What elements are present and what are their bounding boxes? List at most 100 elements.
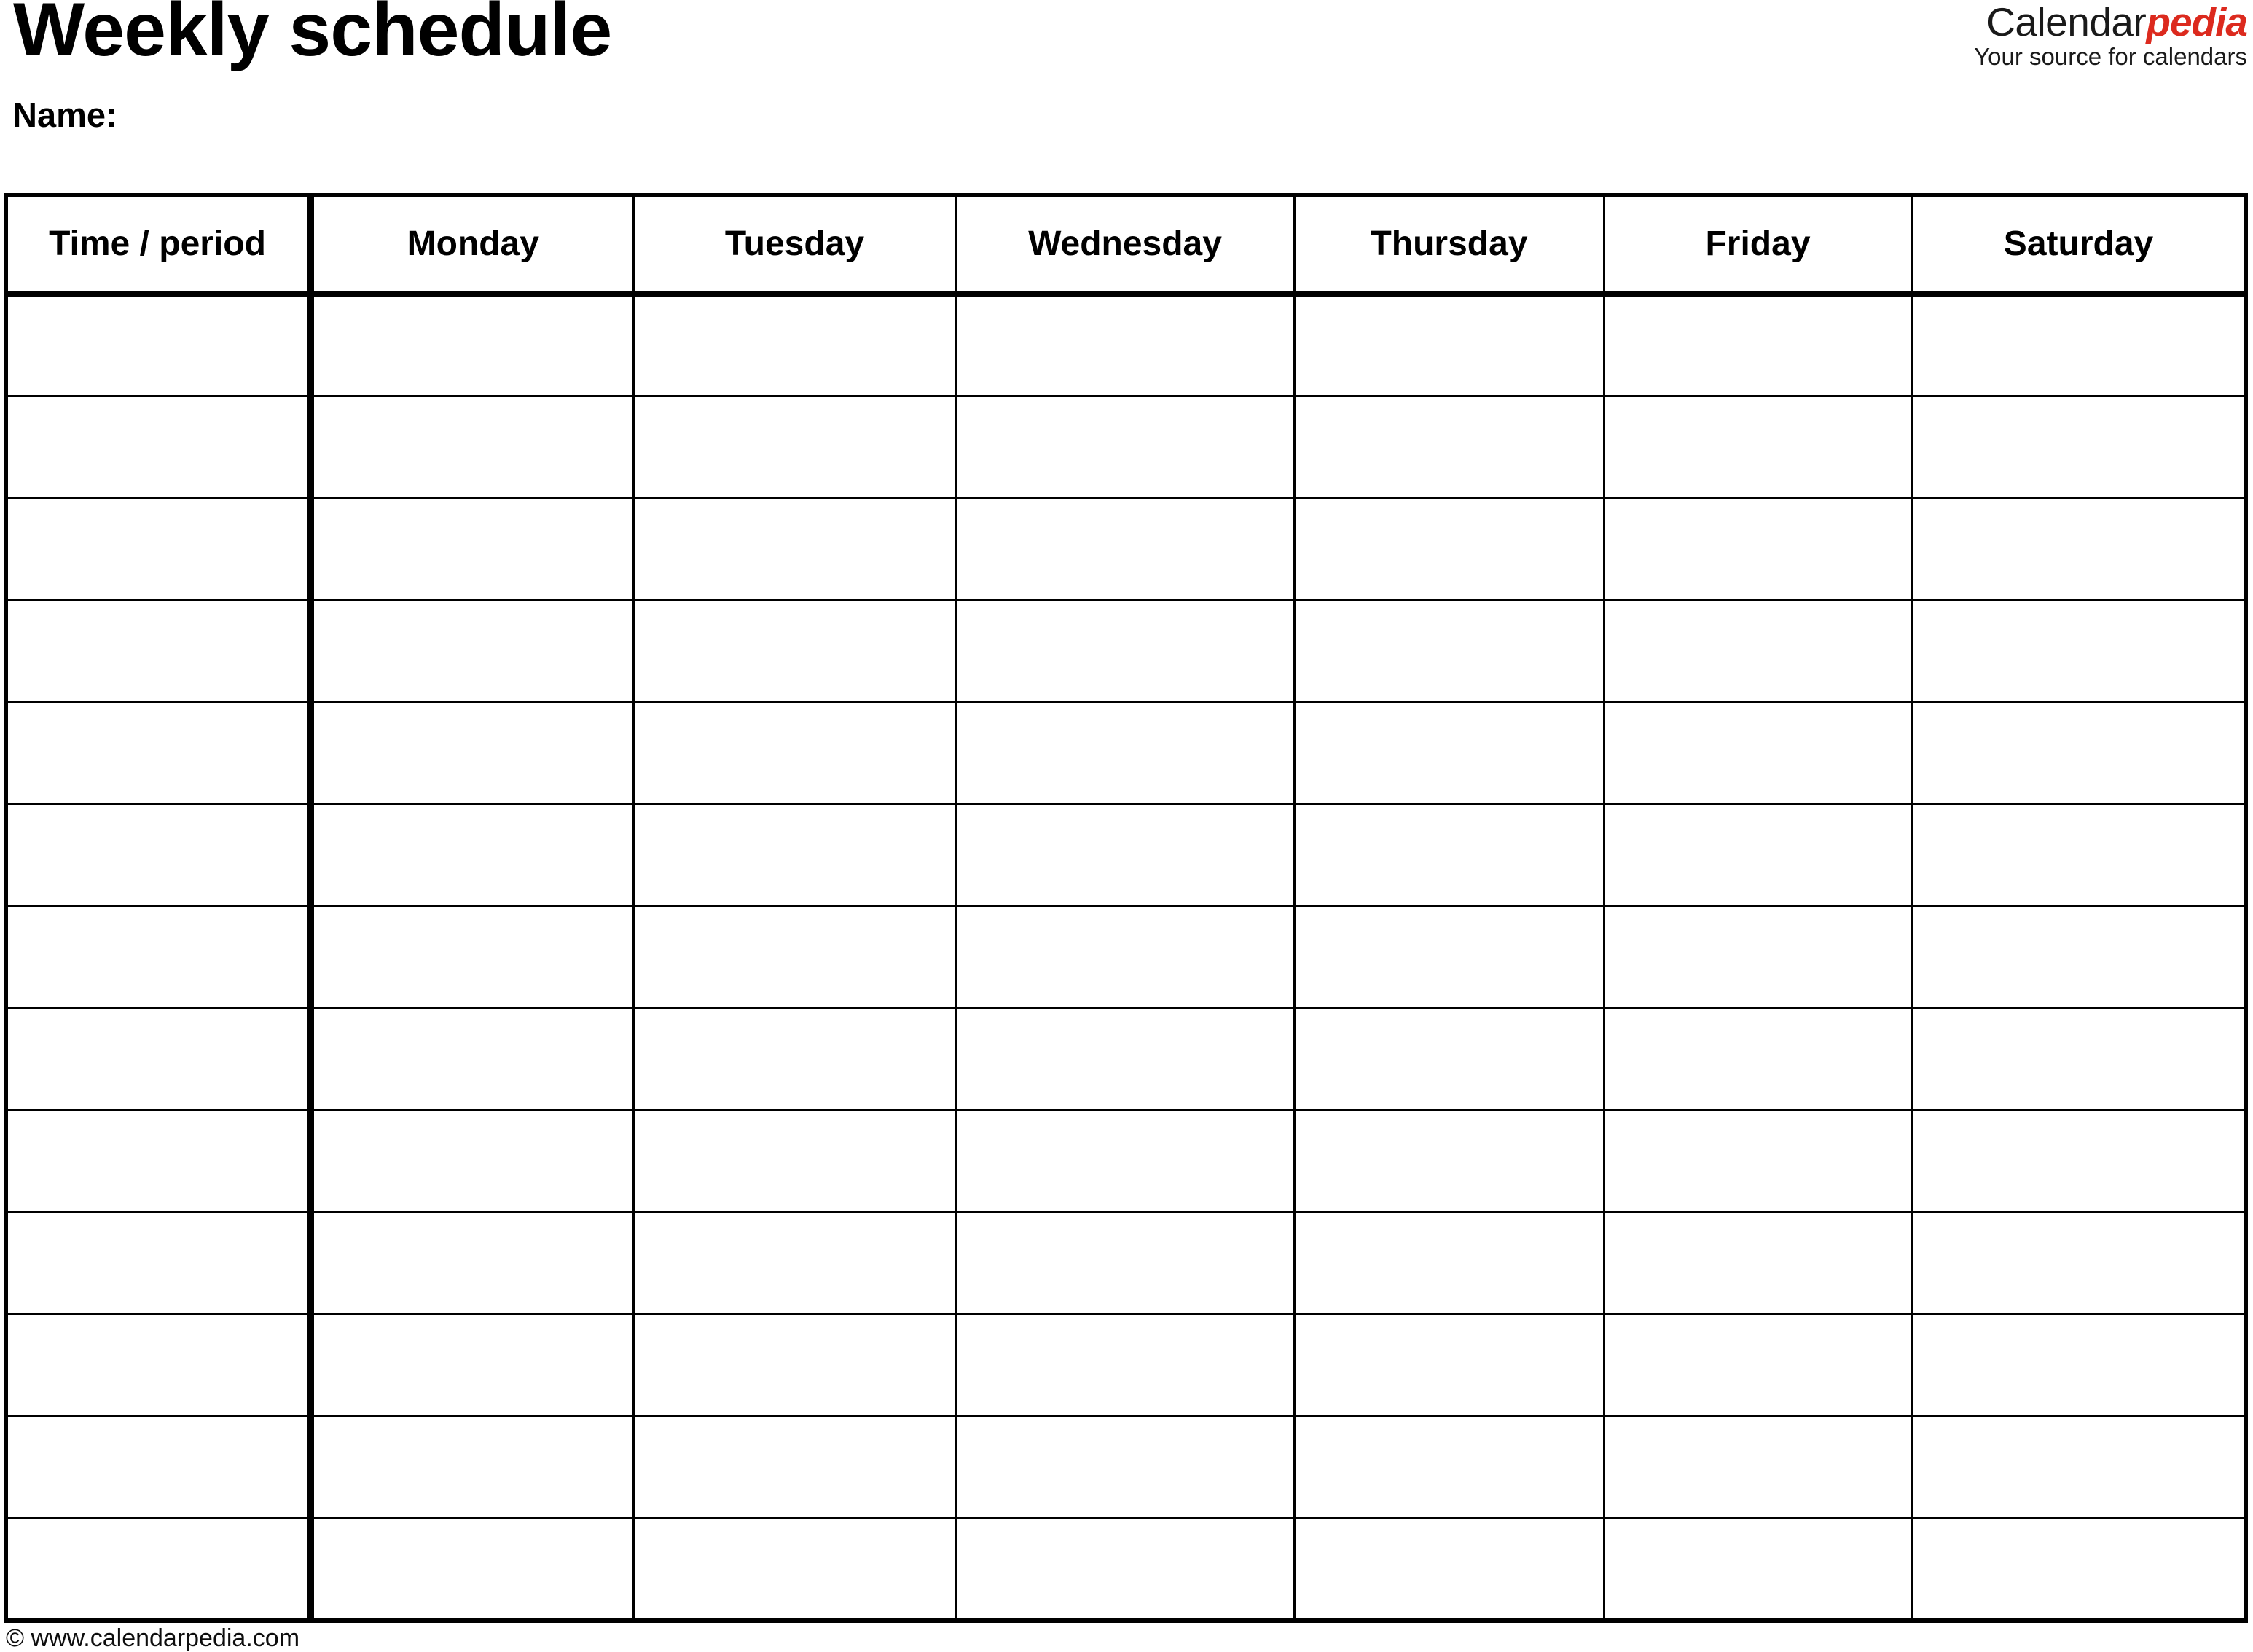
schedule-cell-time[interactable] (6, 600, 314, 703)
schedule-cell-time[interactable] (6, 804, 314, 907)
schedule-cell-time[interactable] (6, 396, 314, 499)
schedule-cell-monday[interactable] (310, 1416, 635, 1519)
schedule-cell-wednesday[interactable] (956, 1518, 1296, 1621)
schedule-cell-time[interactable] (6, 294, 314, 397)
schedule-cell-time[interactable] (6, 498, 314, 601)
schedule-cell-monday[interactable] (310, 906, 635, 1009)
schedule-cell-thursday[interactable] (1294, 294, 1605, 397)
schedule-cell-time[interactable] (6, 1416, 314, 1519)
schedule-cell-thursday[interactable] (1294, 396, 1605, 499)
schedule-cell-thursday[interactable] (1294, 702, 1605, 805)
schedule-cell-friday[interactable] (1604, 1416, 1913, 1519)
schedule-cell-monday[interactable] (310, 1008, 635, 1111)
schedule-cell-saturday[interactable] (1912, 906, 2246, 1009)
schedule-cell-time[interactable] (6, 1008, 314, 1111)
schedule-cell-wednesday[interactable] (956, 1110, 1296, 1213)
schedule-cell-monday[interactable] (310, 396, 635, 499)
schedule-cell-saturday[interactable] (1912, 294, 2246, 397)
schedule-cell-friday[interactable] (1604, 906, 1913, 1009)
table-row (6, 396, 2246, 499)
schedule-cell-thursday[interactable] (1294, 804, 1605, 907)
schedule-cell-time[interactable] (6, 1314, 314, 1417)
schedule-cell-wednesday[interactable] (956, 396, 1296, 499)
schedule-cell-monday[interactable] (310, 600, 635, 703)
schedule-cell-friday[interactable] (1604, 1212, 1913, 1315)
schedule-cell-wednesday[interactable] (956, 1212, 1296, 1315)
schedule-cell-friday[interactable] (1604, 1008, 1913, 1111)
schedule-cell-saturday[interactable] (1912, 1110, 2246, 1213)
table-row (6, 1110, 2246, 1213)
schedule-cell-wednesday[interactable] (956, 804, 1296, 907)
schedule-cell-tuesday[interactable] (633, 294, 957, 397)
schedule-cell-saturday[interactable] (1912, 1212, 2246, 1315)
schedule-cell-tuesday[interactable] (633, 702, 957, 805)
schedule-cell-thursday[interactable] (1294, 1008, 1605, 1111)
schedule-cell-saturday[interactable] (1912, 702, 2246, 805)
schedule-cell-time[interactable] (6, 906, 314, 1009)
schedule-cell-monday[interactable] (310, 294, 635, 397)
schedule-cell-tuesday[interactable] (633, 396, 957, 499)
schedule-cell-tuesday[interactable] (633, 906, 957, 1009)
schedule-cell-wednesday[interactable] (956, 906, 1296, 1009)
schedule-cell-saturday[interactable] (1912, 1314, 2246, 1417)
schedule-cell-friday[interactable] (1604, 396, 1913, 499)
schedule-cell-tuesday[interactable] (633, 1212, 957, 1315)
schedule-cell-saturday[interactable] (1912, 600, 2246, 703)
schedule-cell-monday[interactable] (310, 1110, 635, 1213)
schedule-cell-thursday[interactable] (1294, 1212, 1605, 1315)
schedule-cell-saturday[interactable] (1912, 1518, 2246, 1621)
schedule-cell-thursday[interactable] (1294, 600, 1605, 703)
schedule-cell-saturday[interactable] (1912, 804, 2246, 907)
schedule-cell-tuesday[interactable] (633, 804, 957, 907)
schedule-cell-saturday[interactable] (1912, 396, 2246, 499)
schedule-cell-wednesday[interactable] (956, 498, 1296, 601)
table-row (6, 702, 2246, 805)
table-body (6, 294, 2246, 1621)
schedule-cell-friday[interactable] (1604, 600, 1913, 703)
schedule-cell-saturday[interactable] (1912, 1416, 2246, 1519)
schedule-cell-wednesday[interactable] (956, 294, 1296, 397)
schedule-cell-tuesday[interactable] (633, 600, 957, 703)
schedule-cell-time[interactable] (6, 1212, 314, 1315)
schedule-cell-friday[interactable] (1604, 804, 1913, 907)
schedule-cell-monday[interactable] (310, 1314, 635, 1417)
schedule-cell-wednesday[interactable] (956, 1008, 1296, 1111)
table-row (6, 600, 2246, 703)
schedule-cell-time[interactable] (6, 1518, 314, 1621)
schedule-cell-monday[interactable] (310, 804, 635, 907)
schedule-cell-friday[interactable] (1604, 702, 1913, 805)
schedule-cell-thursday[interactable] (1294, 1518, 1605, 1621)
schedule-cell-saturday[interactable] (1912, 498, 2246, 601)
brand-tagline: Your source for calendars (1974, 43, 2247, 71)
schedule-cell-wednesday[interactable] (956, 600, 1296, 703)
schedule-cell-time[interactable] (6, 1110, 314, 1213)
schedule-cell-wednesday[interactable] (956, 702, 1296, 805)
schedule-cell-wednesday[interactable] (956, 1416, 1296, 1519)
brand-word-pedia: pedia (2146, 0, 2248, 44)
calendarpedia-logo[interactable]: Calendarpedia Your source for calendars (1974, 0, 2248, 71)
schedule-cell-wednesday[interactable] (956, 1314, 1296, 1417)
schedule-cell-tuesday[interactable] (633, 1518, 957, 1621)
schedule-cell-tuesday[interactable] (633, 498, 957, 601)
schedule-cell-thursday[interactable] (1294, 1110, 1605, 1213)
schedule-cell-friday[interactable] (1604, 1110, 1913, 1213)
schedule-cell-tuesday[interactable] (633, 1008, 957, 1111)
page-title: Weekly schedule (13, 0, 612, 72)
schedule-cell-thursday[interactable] (1294, 906, 1605, 1009)
schedule-cell-thursday[interactable] (1294, 1416, 1605, 1519)
schedule-cell-friday[interactable] (1604, 294, 1913, 397)
schedule-cell-thursday[interactable] (1294, 498, 1605, 601)
schedule-cell-tuesday[interactable] (633, 1110, 957, 1213)
schedule-cell-monday[interactable] (310, 1518, 635, 1621)
schedule-cell-tuesday[interactable] (633, 1314, 957, 1417)
schedule-cell-saturday[interactable] (1912, 1008, 2246, 1111)
schedule-cell-thursday[interactable] (1294, 1314, 1605, 1417)
schedule-cell-monday[interactable] (310, 1212, 635, 1315)
schedule-cell-monday[interactable] (310, 498, 635, 601)
schedule-cell-time[interactable] (6, 702, 314, 805)
schedule-cell-friday[interactable] (1604, 1314, 1913, 1417)
schedule-cell-friday[interactable] (1604, 498, 1913, 601)
schedule-cell-friday[interactable] (1604, 1518, 1913, 1621)
schedule-cell-monday[interactable] (310, 702, 635, 805)
schedule-cell-tuesday[interactable] (633, 1416, 957, 1519)
